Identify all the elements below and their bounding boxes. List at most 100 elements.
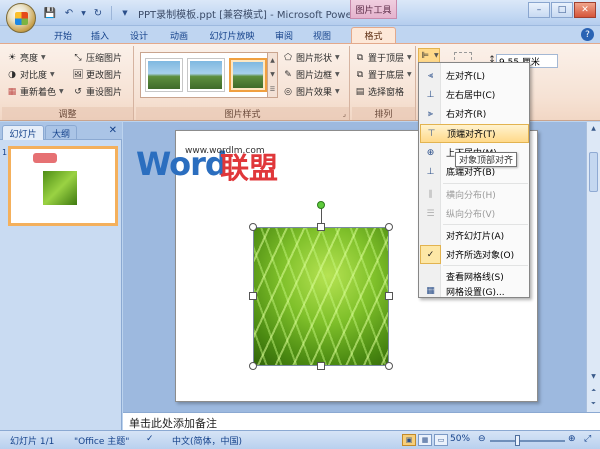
tab-slideshow[interactable]: 幻灯片放映 — [202, 27, 262, 43]
customize-qat-icon[interactable]: ▼ — [117, 6, 133, 21]
zoom-slider-track[interactable] — [490, 440, 565, 442]
picture-shape-button[interactable]: ⬠ 图片形状 ▼ — [282, 50, 340, 65]
fit-to-window-icon[interactable]: ⤢ — [584, 434, 591, 444]
picture-styles-gallery: ▲ ▼ ☰ — [140, 52, 278, 98]
gallery-more-icon[interactable]: ☰ — [270, 86, 275, 93]
close-button[interactable]: ✕ — [574, 2, 596, 18]
previous-slide-icon[interactable]: ⏶ — [587, 384, 600, 397]
chevron-up-icon[interactable]: ▲ — [270, 57, 275, 64]
resize-handle-top-left[interactable] — [249, 223, 257, 231]
tab-animation[interactable]: 动画 — [160, 27, 198, 43]
redo-icon[interactable]: ↻ — [90, 6, 106, 21]
zoom-out-icon[interactable]: ⊖ — [478, 434, 486, 444]
slide-sorter-icon[interactable]: ▦ — [418, 434, 432, 446]
gallery-style-item[interactable] — [145, 58, 183, 92]
gallery-style-item[interactable] — [187, 58, 225, 92]
scroll-up-icon[interactable]: ▲ — [587, 122, 600, 135]
slideshow-view-icon[interactable]: ▭ — [434, 434, 448, 446]
picture-effects-button[interactable]: ◎ 图片效果 ▼ — [282, 84, 340, 99]
tab-view[interactable]: 视图 — [304, 27, 340, 43]
check-icon: ✓ — [420, 245, 441, 264]
chevron-down-icon: ▼ — [59, 88, 64, 95]
tab-outline[interactable]: 大纲 — [45, 125, 77, 140]
zoom-in-icon[interactable]: ⊕ — [568, 434, 576, 444]
reset-picture-button[interactable]: ↺ 重设图片 — [72, 84, 122, 99]
resize-handle-left[interactable] — [249, 292, 257, 300]
resize-handle-top[interactable] — [317, 223, 325, 231]
chevron-down-icon: ▼ — [50, 71, 55, 78]
gallery-style-item[interactable] — [229, 58, 267, 92]
tab-review[interactable]: 审阅 — [266, 27, 302, 43]
resize-handle-bottom-left[interactable] — [249, 362, 257, 370]
notes-placeholder: 单击此处添加备注 — [129, 417, 217, 430]
selection-pane-button[interactable]: ▤ 选择窗格 — [354, 84, 404, 99]
menu-divider — [443, 183, 528, 184]
menu-item-align-left[interactable]: ⫷ 左对齐(L) — [420, 66, 529, 85]
spellcheck-icon[interactable]: ✓ — [146, 434, 154, 444]
change-picture-button[interactable]: 🖼 更改图片 — [72, 67, 122, 82]
menu-item-grid-settings[interactable]: ▦ 网格设置(G)... — [420, 284, 529, 298]
gallery-scroll[interactable]: ▲ ▼ ☰ — [267, 53, 277, 97]
menu-item-align-to-slide[interactable]: 对齐幻灯片(A) — [420, 226, 529, 245]
slide-number: 1 — [2, 148, 8, 157]
help-icon[interactable]: ? — [581, 28, 594, 41]
menu-item-align-center[interactable]: ⊥ 左右居中(C) — [420, 85, 529, 104]
tab-format[interactable]: 格式 — [351, 27, 396, 43]
undo-icon[interactable]: ↶ — [61, 6, 77, 21]
tab-design[interactable]: 设计 — [120, 27, 158, 43]
rotation-handle[interactable] — [317, 201, 325, 209]
picture-border-button[interactable]: ✎ 图片边框 ▼ — [282, 67, 339, 82]
resize-handle-top-right[interactable] — [385, 223, 393, 231]
thumbnail-leaf-image — [43, 171, 77, 205]
align-top-icon: ⊤ — [427, 128, 436, 139]
vertical-scrollbar[interactable]: ▲ ▼ ⏶ ⏷ — [586, 122, 600, 412]
resize-handle-bottom-right[interactable] — [385, 362, 393, 370]
chevron-down-icon[interactable]: ▼ — [270, 71, 275, 78]
menu-item-align-right[interactable]: ⫸ 右对齐(R) — [420, 104, 529, 123]
thumbnail-logo — [33, 153, 57, 163]
picture-shape-label: 图片形状 — [296, 54, 333, 64]
language-status[interactable]: 中文(简体，中国) — [172, 434, 242, 447]
distribute-vertical-icon: ☰ — [426, 208, 435, 219]
zoom-slider-knob[interactable] — [515, 435, 520, 446]
resize-handle-bottom[interactable] — [317, 362, 325, 370]
close-icon[interactable]: ✕ — [109, 125, 117, 136]
notes-pane[interactable]: 单击此处添加备注 — [123, 412, 600, 430]
save-icon[interactable]: 💾 — [42, 6, 58, 21]
office-button[interactable] — [6, 3, 36, 33]
normal-view-icon[interactable]: ▣ — [402, 434, 416, 446]
bring-to-front-button[interactable]: ⧉ 置于顶层 ▼ — [354, 50, 412, 65]
style-preview-image — [233, 62, 263, 88]
menu-item-align-top[interactable]: ⊤ 顶端对齐(T) — [420, 124, 529, 143]
send-to-back-button[interactable]: ⧉ 置于底层 ▼ — [354, 67, 412, 82]
align-bottom-icon: ⊥ — [426, 166, 435, 177]
slide-thumbnail[interactable] — [8, 146, 118, 226]
contrast-button[interactable]: ◑ 对比度 ▼ — [6, 67, 55, 82]
picture-effects-icon: ◎ — [284, 86, 292, 97]
undo-dropdown-icon[interactable]: ▼ — [80, 6, 87, 21]
minimize-button[interactable]: – — [528, 2, 550, 18]
chevron-down-icon: ▼ — [434, 52, 439, 59]
tab-home[interactable]: 开始 — [44, 27, 82, 43]
tab-slides[interactable]: 幻灯片 — [2, 125, 44, 140]
next-slide-icon[interactable]: ⏷ — [587, 397, 600, 410]
chevron-down-icon: ▼ — [335, 88, 340, 95]
brightness-button[interactable]: ☀ 亮度 ▼ — [6, 50, 46, 65]
scroll-down-icon[interactable]: ▼ — [587, 370, 600, 383]
compress-pictures-button[interactable]: ⤡ 压缩图片 — [72, 50, 122, 65]
change-picture-label: 更改图片 — [86, 71, 123, 81]
tab-insert[interactable]: 插入 — [82, 27, 118, 43]
resize-handle-right[interactable] — [385, 292, 393, 300]
menu-item-label: 左右居中(C) — [446, 91, 496, 101]
menu-item-align-selected-objects[interactable]: ✓ 对齐所选对象(O) — [420, 245, 529, 264]
group-label: 排列 — [352, 107, 415, 120]
brightness-icon: ☀ — [7, 52, 17, 63]
scroll-thumb[interactable] — [589, 152, 598, 192]
recolor-button[interactable]: ▦ 重新着色 ▼ — [6, 84, 64, 99]
align-menu: ⫷左对齐(L) ⊥左右居中(C) ⫸右对齐(R) ⊤顶端对齐(T) ⊕上下居中(… — [418, 62, 530, 298]
zoom-level[interactable]: 50% — [450, 434, 470, 444]
picture-tools-context-label: 图片工具 — [350, 0, 397, 19]
maximize-button[interactable]: □ — [551, 2, 573, 18]
align-button[interactable]: ⊫ ▼ — [418, 48, 440, 63]
dialog-launcher-icon[interactable]: ⌟ — [343, 110, 346, 118]
